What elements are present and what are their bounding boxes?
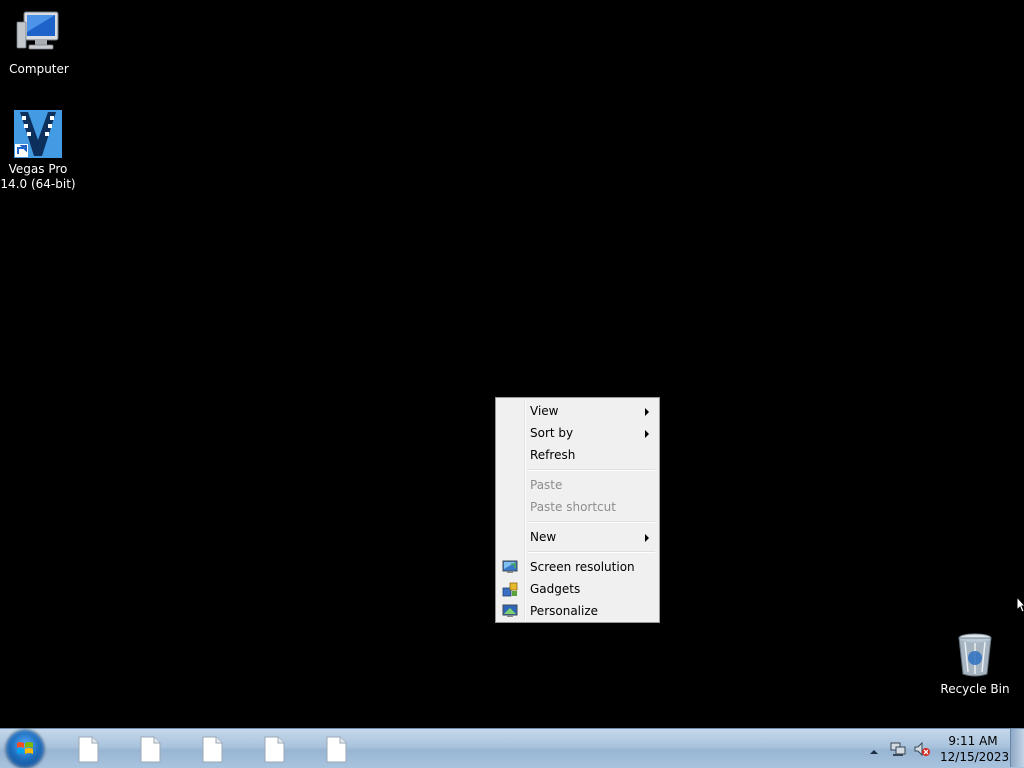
taskbar-pinned-document-2[interactable]: [136, 735, 164, 763]
desktop-context-menu[interactable]: View Sort by Refresh Paste Paste shortcu…: [495, 397, 660, 623]
menu-item-label: Sort by: [530, 426, 574, 440]
desktop-icon-label: Computer: [9, 62, 69, 76]
show-hidden-icons-button[interactable]: [868, 743, 880, 755]
menu-item-paste[interactable]: Paste: [498, 474, 657, 496]
taskbar-clock[interactable]: 9:11 AM 12/15/2023: [940, 733, 1010, 765]
document-icon: [198, 736, 226, 767]
mouse-cursor-icon: [1016, 595, 1024, 614]
desktop-icon-label: Vegas Pro 14.0 (64-bit): [0, 162, 76, 191]
menu-item-screen-resolution[interactable]: Screen resolution: [498, 556, 657, 578]
taskbar: 9:11 AM 12/15/2023: [0, 728, 1024, 768]
menu-item-new[interactable]: New: [498, 526, 657, 548]
document-icon: [260, 736, 288, 767]
desktop-icon-computer[interactable]: Computer: [1, 10, 77, 77]
taskbar-pinned-document-5[interactable]: [322, 735, 350, 763]
taskbar-pinned-document-3[interactable]: [198, 735, 226, 763]
desktop-icon-label: Recycle Bin: [940, 682, 1010, 696]
desktop[interactable]: Computer Vegas Pro 14.0 (64-bit) Recycle…: [0, 0, 1024, 728]
menu-item-label: Screen resolution: [530, 560, 635, 574]
desktop-icon-recycle-bin[interactable]: Recycle Bin: [937, 632, 1013, 697]
menu-separator: [498, 518, 657, 526]
menu-item-paste-shortcut[interactable]: Paste shortcut: [498, 496, 657, 518]
personalize-icon: [502, 603, 518, 619]
menu-separator: [498, 466, 657, 474]
menu-item-label: View: [530, 404, 559, 418]
menu-item-view[interactable]: View: [498, 400, 657, 422]
computer-icon: [15, 10, 63, 58]
submenu-arrow-icon: [645, 408, 649, 416]
submenu-arrow-icon: [645, 534, 649, 542]
gadgets-icon: [502, 581, 518, 597]
submenu-arrow-icon: [645, 430, 649, 438]
start-button[interactable]: [6, 730, 44, 768]
menu-item-label: Personalize: [530, 604, 599, 618]
clock-time: 9:11 AM: [948, 734, 998, 748]
screen-resolution-icon: [502, 559, 518, 575]
document-icon: [74, 736, 102, 767]
menu-item-label: Gadgets: [530, 582, 581, 596]
windows-logo-icon: [16, 740, 34, 758]
vegas-pro-icon: [14, 110, 62, 158]
menu-item-label: Paste: [530, 478, 563, 492]
menu-item-label: New: [530, 530, 557, 544]
document-icon: [322, 736, 350, 767]
document-icon: [136, 736, 164, 767]
menu-item-label: Paste shortcut: [530, 500, 616, 514]
recycle-bin-icon: [951, 632, 999, 678]
taskbar-pinned-document-4[interactable]: [260, 735, 288, 763]
menu-item-refresh[interactable]: Refresh: [498, 444, 657, 466]
volume-muted-icon[interactable]: [914, 741, 930, 757]
menu-separator: [498, 548, 657, 556]
menu-item-personalize[interactable]: Personalize: [498, 600, 657, 622]
taskbar-pinned-document-1[interactable]: [74, 735, 102, 763]
clock-date: 12/15/2023: [940, 750, 1010, 764]
menu-item-label: Refresh: [530, 448, 576, 462]
desktop-icon-vegas-pro[interactable]: Vegas Pro 14.0 (64-bit): [0, 110, 76, 192]
show-desktop-button[interactable]: [1010, 729, 1024, 767]
menu-item-sort-by[interactable]: Sort by: [498, 422, 657, 444]
menu-item-gadgets[interactable]: Gadgets: [498, 578, 657, 600]
network-icon[interactable]: [890, 741, 906, 757]
